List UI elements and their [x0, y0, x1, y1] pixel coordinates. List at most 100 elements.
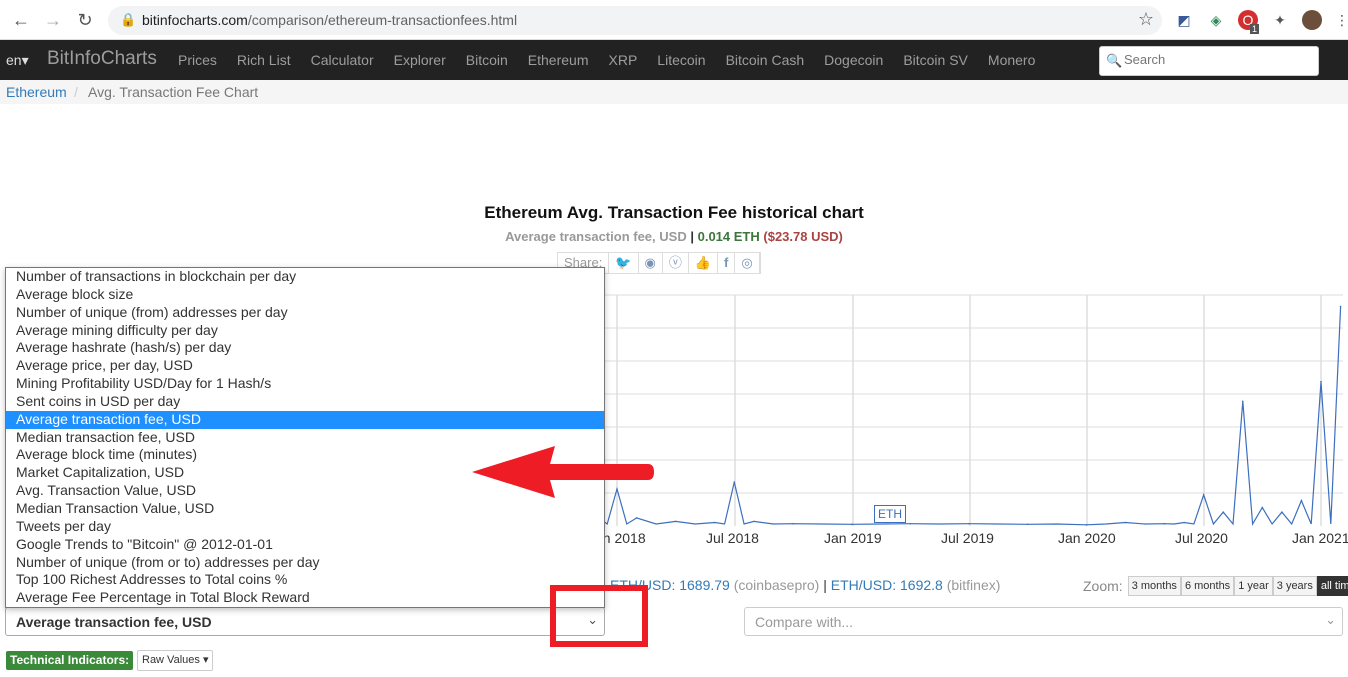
- metric-option[interactable]: Average block size: [6, 286, 604, 304]
- data-point: [1281, 511, 1283, 513]
- url-text: bitinfocharts.com/comparison/ethereum-tr…: [142, 12, 518, 28]
- forward-icon[interactable]: →: [42, 9, 64, 31]
- metric-option[interactable]: Average mining difficulty per day: [6, 322, 604, 340]
- breadcrumb-separator: /: [74, 84, 78, 100]
- breadcrumb-ethereum[interactable]: Ethereum: [6, 84, 67, 100]
- price1-value: 1689.79: [679, 577, 730, 593]
- metric-option[interactable]: Sent coins in USD per day: [6, 393, 604, 411]
- reload-icon[interactable]: ↻: [74, 9, 96, 31]
- subtitle-metric: Average transaction fee, USD: [505, 229, 687, 244]
- nav-link-bitcoin[interactable]: Bitcoin: [456, 52, 518, 68]
- data-point: [1339, 305, 1342, 308]
- data-point: [1300, 499, 1303, 502]
- subtitle-separator: |: [690, 229, 694, 244]
- price2-source[interactable]: (bitfinex): [947, 577, 1001, 593]
- nav-link-ethereum[interactable]: Ethereum: [518, 52, 599, 68]
- like-icon[interactable]: 👍: [689, 253, 719, 273]
- metric-option[interactable]: Tweets per day: [6, 518, 604, 536]
- avatar[interactable]: [1302, 10, 1322, 30]
- metric-option[interactable]: Number of unique (from or to) addresses …: [6, 554, 604, 572]
- data-point: [1085, 524, 1088, 526]
- data-point: [909, 522, 912, 525]
- browser-toolbar: ← → ↻ 🔒 bitinfocharts.com/comparison/eth…: [0, 0, 1348, 40]
- data-point: [1222, 511, 1225, 513]
- price-line: ETH/USD: 1689.79 (coinbasepro) | ETH/USD…: [610, 577, 1000, 593]
- shield-extension-icon[interactable]: ◈: [1206, 10, 1226, 30]
- price1-source[interactable]: (coinbasepro): [734, 577, 820, 593]
- x-tick-label: Jul 2020: [1175, 530, 1228, 546]
- zoom-6-months[interactable]: 6 months: [1180, 576, 1235, 596]
- twitter-icon[interactable]: 🐦: [609, 253, 639, 273]
- nav-link-bitcoin-cash[interactable]: Bitcoin Cash: [716, 52, 815, 68]
- metric-option[interactable]: Median Transaction Value, USD: [6, 500, 604, 518]
- data-point: [1026, 523, 1029, 526]
- data-point: [1261, 506, 1264, 509]
- zoom-3-months[interactable]: 3 months: [1127, 576, 1181, 596]
- nav-link-rich-list[interactable]: Rich List: [227, 52, 301, 68]
- zoom-controls: Zoom: 3 months 6 months 1 year 3 years a…: [1083, 576, 1348, 596]
- x-tick-label: Jul 2019: [941, 530, 994, 546]
- zoom-1-year[interactable]: 1 year: [1234, 576, 1273, 596]
- metric-option[interactable]: Average price, per day, USD: [6, 357, 604, 375]
- facebook-icon[interactable]: f: [718, 253, 736, 273]
- puzzle-extensions-icon[interactable]: ✦: [1270, 10, 1290, 30]
- metric-select[interactable]: Average transaction fee, USD ⌄: [5, 607, 605, 636]
- menu-kebab-icon[interactable]: ⋮: [1332, 10, 1348, 30]
- page-title: Ethereum Avg. Transaction Fee historical…: [484, 203, 864, 222]
- site-logo[interactable]: BitInfoCharts: [47, 48, 157, 70]
- chevron-down-icon[interactable]: ⌄: [1325, 612, 1336, 628]
- vk-icon[interactable]: ⓥ: [663, 253, 689, 273]
- price2-value: 1692.8: [900, 577, 943, 593]
- metric-select-value: Average transaction fee, USD: [16, 614, 212, 630]
- metric-option[interactable]: Average hashrate (hash/s) per day: [6, 339, 604, 357]
- language-selector[interactable]: en▾: [6, 52, 29, 69]
- x-tick-label: Jan 2020: [1058, 530, 1116, 546]
- x-tick-label: Jan 2021: [1292, 530, 1348, 546]
- metric-option[interactable]: Top 100 Richest Addresses to Total coins…: [6, 571, 604, 589]
- data-point: [1202, 494, 1205, 496]
- extension-badge: 1: [1250, 24, 1260, 34]
- red-arrow-annotation: [472, 446, 654, 498]
- nav-link-calculator[interactable]: Calculator: [301, 52, 384, 68]
- nav-link-bitcoin-sv[interactable]: Bitcoin SV: [893, 52, 978, 68]
- weibo-icon[interactable]: ◎: [735, 253, 760, 273]
- data-point: [733, 481, 736, 483]
- nav-link-litecoin[interactable]: Litecoin: [647, 52, 715, 68]
- address-bar[interactable]: 🔒 bitinfocharts.com/comparison/ethereum-…: [108, 6, 1162, 35]
- raw-values-label: Raw Values: [142, 654, 200, 666]
- nav-links: Prices Rich List Calculator Explorer Bitcoin…: [168, 52, 1045, 68]
- subtitle-eth-value: 0.014 ETH: [697, 229, 760, 244]
- search-input[interactable]: [1124, 52, 1314, 67]
- x-tick-label: Jan 2019: [824, 530, 882, 546]
- search-icon: 🔍: [1106, 53, 1123, 68]
- data-point: [1163, 522, 1166, 525]
- nav-link-dogecoin[interactable]: Dogecoin: [814, 52, 893, 68]
- data-point: [968, 522, 970, 525]
- back-icon[interactable]: ←: [10, 9, 32, 31]
- data-point: [1320, 380, 1322, 383]
- search-box[interactable]: 🔍: [1099, 46, 1319, 76]
- zoom-3-years[interactable]: 3 years: [1272, 576, 1317, 596]
- metric-option[interactable]: Google Trends to "Bitcoin" @ 2012-01-01: [6, 536, 604, 554]
- reddit-icon[interactable]: ◉: [639, 253, 663, 273]
- nav-link-prices[interactable]: Prices: [168, 52, 227, 68]
- nav-link-monero[interactable]: Monero: [978, 52, 1045, 68]
- breadcrumb-current: Avg. Transaction Fee Chart: [88, 84, 259, 100]
- metric-option[interactable]: Average Fee Percentage in Total Block Re…: [6, 589, 604, 607]
- metric-options-list[interactable]: Number of transactions in blockchain per…: [5, 267, 605, 608]
- compare-select[interactable]: Compare with... ⌄: [744, 607, 1343, 636]
- bookmark-star-icon[interactable]: ☆: [1138, 9, 1154, 30]
- zoom-all-time[interactable]: all time: [1316, 576, 1348, 596]
- extension-icon[interactable]: ◩: [1174, 10, 1194, 30]
- data-point: [753, 520, 755, 523]
- nav-link-explorer[interactable]: Explorer: [384, 52, 456, 68]
- metric-option[interactable]: Mining Profitability USD/Day for 1 Hash/…: [6, 375, 604, 393]
- metric-option[interactable]: Number of unique (from) addresses per da…: [6, 304, 604, 322]
- metric-option[interactable]: Average transaction fee, USD: [6, 410, 604, 429]
- highlight-box: [550, 585, 648, 647]
- data-point: [635, 517, 638, 519]
- metric-option[interactable]: Number of transactions in blockchain per…: [6, 268, 604, 286]
- raw-values-dropdown[interactable]: Raw Values ▾: [137, 650, 214, 671]
- nav-link-xrp[interactable]: XRP: [599, 52, 648, 68]
- eth-event-marker[interactable]: ETH: [874, 505, 906, 523]
